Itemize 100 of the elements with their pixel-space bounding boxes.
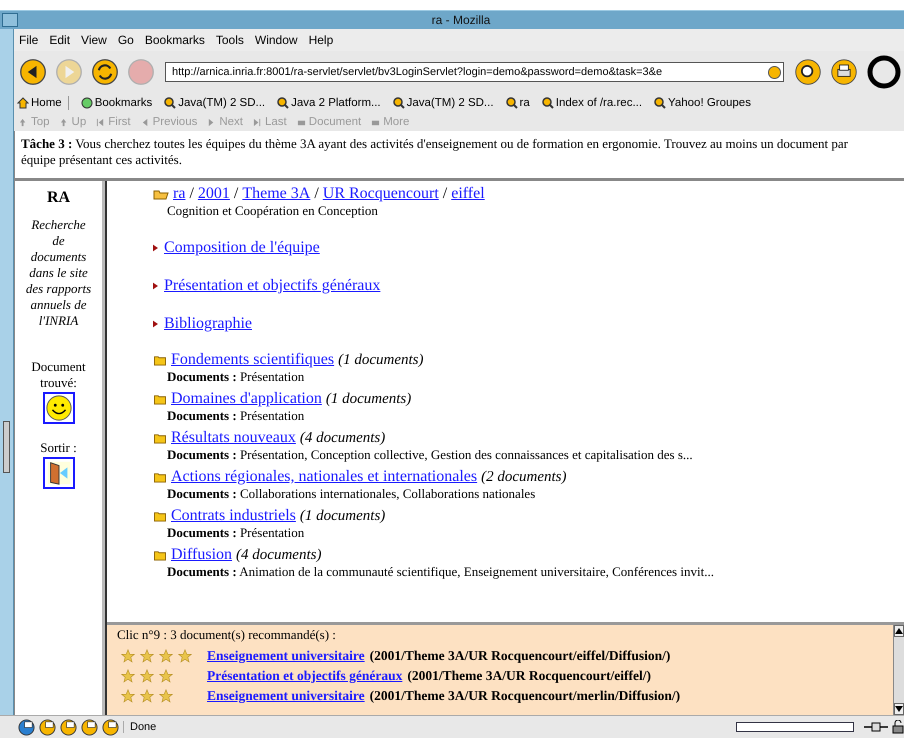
document-list: Documents : Animation de la communauté scientifique, Enseignement universitaire, Conférences invit... bbox=[153, 564, 904, 580]
team-name: Cognition et Coopération en Conception bbox=[166, 203, 379, 219]
folder-link[interactable]: Actions régionales, nationales et internationales bbox=[171, 468, 478, 486]
house-icon bbox=[17, 97, 29, 109]
document-count: (4 documents) bbox=[300, 430, 386, 446]
star-icon bbox=[159, 649, 173, 663]
path-separator: / bbox=[234, 185, 238, 203]
star-icon bbox=[140, 669, 154, 683]
status-text: Done bbox=[123, 721, 732, 733]
document-icon bbox=[296, 118, 306, 126]
menu-item[interactable]: Window bbox=[254, 33, 298, 47]
menu-item[interactable]: Bookmarks bbox=[144, 33, 205, 47]
forward-icon bbox=[55, 58, 83, 86]
arrow-icon bbox=[19, 118, 28, 126]
document-count: (1 documents) bbox=[338, 352, 424, 368]
open-folder-icon bbox=[153, 188, 169, 200]
bookmark-item[interactable]: Java 2 Platform... bbox=[277, 97, 381, 109]
back-button[interactable] bbox=[17, 58, 49, 86]
breadcrumb-link[interactable]: ra bbox=[173, 185, 186, 203]
star-icon bbox=[140, 689, 154, 703]
bookmark-item[interactable]: Bookmarks bbox=[80, 97, 152, 109]
triangle-icon bbox=[153, 320, 158, 328]
star-icon bbox=[121, 649, 135, 663]
breadcrumb-link[interactable]: eiffel bbox=[451, 185, 485, 203]
star-icon bbox=[159, 669, 173, 683]
recommendation-link[interactable]: Enseignement universitaire bbox=[207, 688, 365, 704]
document-count: (1 documents) bbox=[300, 508, 386, 524]
plug-icon bbox=[864, 722, 888, 732]
recommendation-link[interactable]: Présentation et objectifs généraux bbox=[207, 668, 402, 684]
document-count: (4 documents) bbox=[236, 546, 322, 564]
smiley-icon bbox=[44, 394, 72, 422]
scroll-down-icon[interactable] bbox=[894, 703, 904, 715]
document-list: Documents : Présentation bbox=[153, 369, 904, 385]
scroll-up-icon[interactable] bbox=[894, 625, 904, 637]
back-icon bbox=[19, 58, 47, 86]
window-title: ra - Mozilla bbox=[430, 13, 492, 27]
bookmark-item[interactable]: Java(TM) 2 SD... bbox=[392, 97, 494, 109]
menu-item[interactable]: Help bbox=[308, 33, 334, 47]
star-icon bbox=[140, 649, 154, 663]
sidebar-description: Recherche de documents dans le site des rapports annuels de l'INRIA bbox=[26, 217, 92, 329]
breadcrumb-link[interactable]: Theme 3A bbox=[242, 185, 310, 203]
recommendation-link[interactable]: Enseignement universitaire bbox=[207, 648, 365, 664]
section-link[interactable]: Présentation et objectifs généraux bbox=[164, 277, 380, 295]
window-menu-button[interactable] bbox=[2, 13, 18, 27]
smiley-button[interactable] bbox=[42, 392, 74, 424]
section-link[interactable]: Bibliographie bbox=[164, 315, 252, 333]
menu-item[interactable]: Edit bbox=[49, 33, 70, 47]
section-link[interactable]: Composition de l'équipe bbox=[164, 239, 320, 257]
document-path: (2001/Theme 3A/UR Rocquencourt/merlin/Diffusion/) bbox=[370, 688, 680, 704]
task-description: Tâche 3 : Vous cherchez toutes les équipes du thème 3A ayant des activités d'enseignement ou de formation en ergonomie. Trouvez au moins un document par équipe présentant ces activités. bbox=[14, 131, 904, 181]
document-list: Documents : Présentation bbox=[153, 408, 904, 424]
arrow-icon bbox=[140, 118, 150, 126]
folder-link[interactable]: Domaines d'application bbox=[171, 390, 322, 408]
star-icon bbox=[159, 689, 173, 703]
path-separator: / bbox=[442, 185, 448, 203]
document-path: (2001/Theme 3A/UR Rocquencourt/eiffel/Diffusion/) bbox=[370, 648, 670, 664]
menu-item[interactable]: Tools bbox=[216, 33, 244, 47]
document-list: Documents : Collaborations internationales, Collaborations nationales bbox=[153, 486, 904, 502]
document-count: (2 documents) bbox=[481, 468, 567, 486]
address-field[interactable]: http://arnica.inria.fr:8001/ra-servlet/servlet/bv3LoginServlet?login=demo&password=demo&task=3&e bbox=[165, 62, 784, 82]
breadcrumb-link[interactable]: UR Rocquencourt bbox=[322, 185, 439, 203]
bookmark-item[interactable]: ra bbox=[506, 97, 530, 109]
stop-icon bbox=[127, 58, 155, 86]
path-separator: / bbox=[314, 185, 319, 203]
printer-icon bbox=[830, 58, 858, 86]
search-icon bbox=[794, 58, 822, 86]
path-separator: / bbox=[189, 185, 194, 203]
reload-button[interactable] bbox=[89, 58, 121, 86]
triangle-icon bbox=[153, 282, 158, 290]
folder-link[interactable]: Fondements scientifiques bbox=[171, 351, 334, 369]
lock-icon bbox=[892, 720, 904, 734]
exit-button[interactable] bbox=[42, 457, 74, 489]
exit-label: Sortir : bbox=[39, 440, 78, 456]
breadcrumb-link[interactable]: 2001 bbox=[198, 185, 230, 203]
folder-link[interactable]: Diffusion bbox=[171, 546, 232, 564]
star-icon bbox=[121, 689, 135, 703]
menu-item[interactable]: Go bbox=[118, 33, 134, 47]
folder-link[interactable]: Résultats nouveaux bbox=[171, 429, 296, 447]
menu-item[interactable]: File bbox=[19, 33, 38, 47]
menu-item[interactable]: View bbox=[81, 33, 107, 47]
document-list: Documents : Présentation bbox=[153, 525, 904, 541]
document-icon bbox=[371, 118, 380, 126]
found-label: Document trouvé: bbox=[30, 359, 87, 391]
scrollbar[interactable] bbox=[893, 625, 904, 715]
reload-icon bbox=[91, 58, 119, 86]
dropdown-icon[interactable] bbox=[768, 66, 781, 78]
star-icon bbox=[178, 649, 192, 663]
throbber-icon bbox=[866, 54, 902, 90]
triangle-icon bbox=[153, 244, 158, 252]
resize-handle[interactable] bbox=[3, 421, 10, 473]
arrow-icon bbox=[60, 118, 69, 126]
bookmark-item[interactable]: Index of /ra.rec... bbox=[542, 97, 642, 109]
folder-link[interactable]: Contrats industriels bbox=[171, 507, 296, 525]
bookmark-item[interactable]: Yahoo! Groupes bbox=[654, 97, 751, 109]
sidebar-title: RA bbox=[46, 189, 70, 207]
bookmark-item[interactable]: Java(TM) 2 SD... bbox=[164, 97, 266, 109]
document-list: Documents : Présentation, Conception collective, Gestion des connaissances et capitalisation des s... bbox=[153, 447, 904, 463]
document-count: (1 documents) bbox=[326, 390, 412, 408]
bookmark-item[interactable]: Home bbox=[17, 97, 62, 109]
recommendation-header: Clic n°9 : 3 document(s) recommandé(s) : bbox=[117, 627, 337, 643]
